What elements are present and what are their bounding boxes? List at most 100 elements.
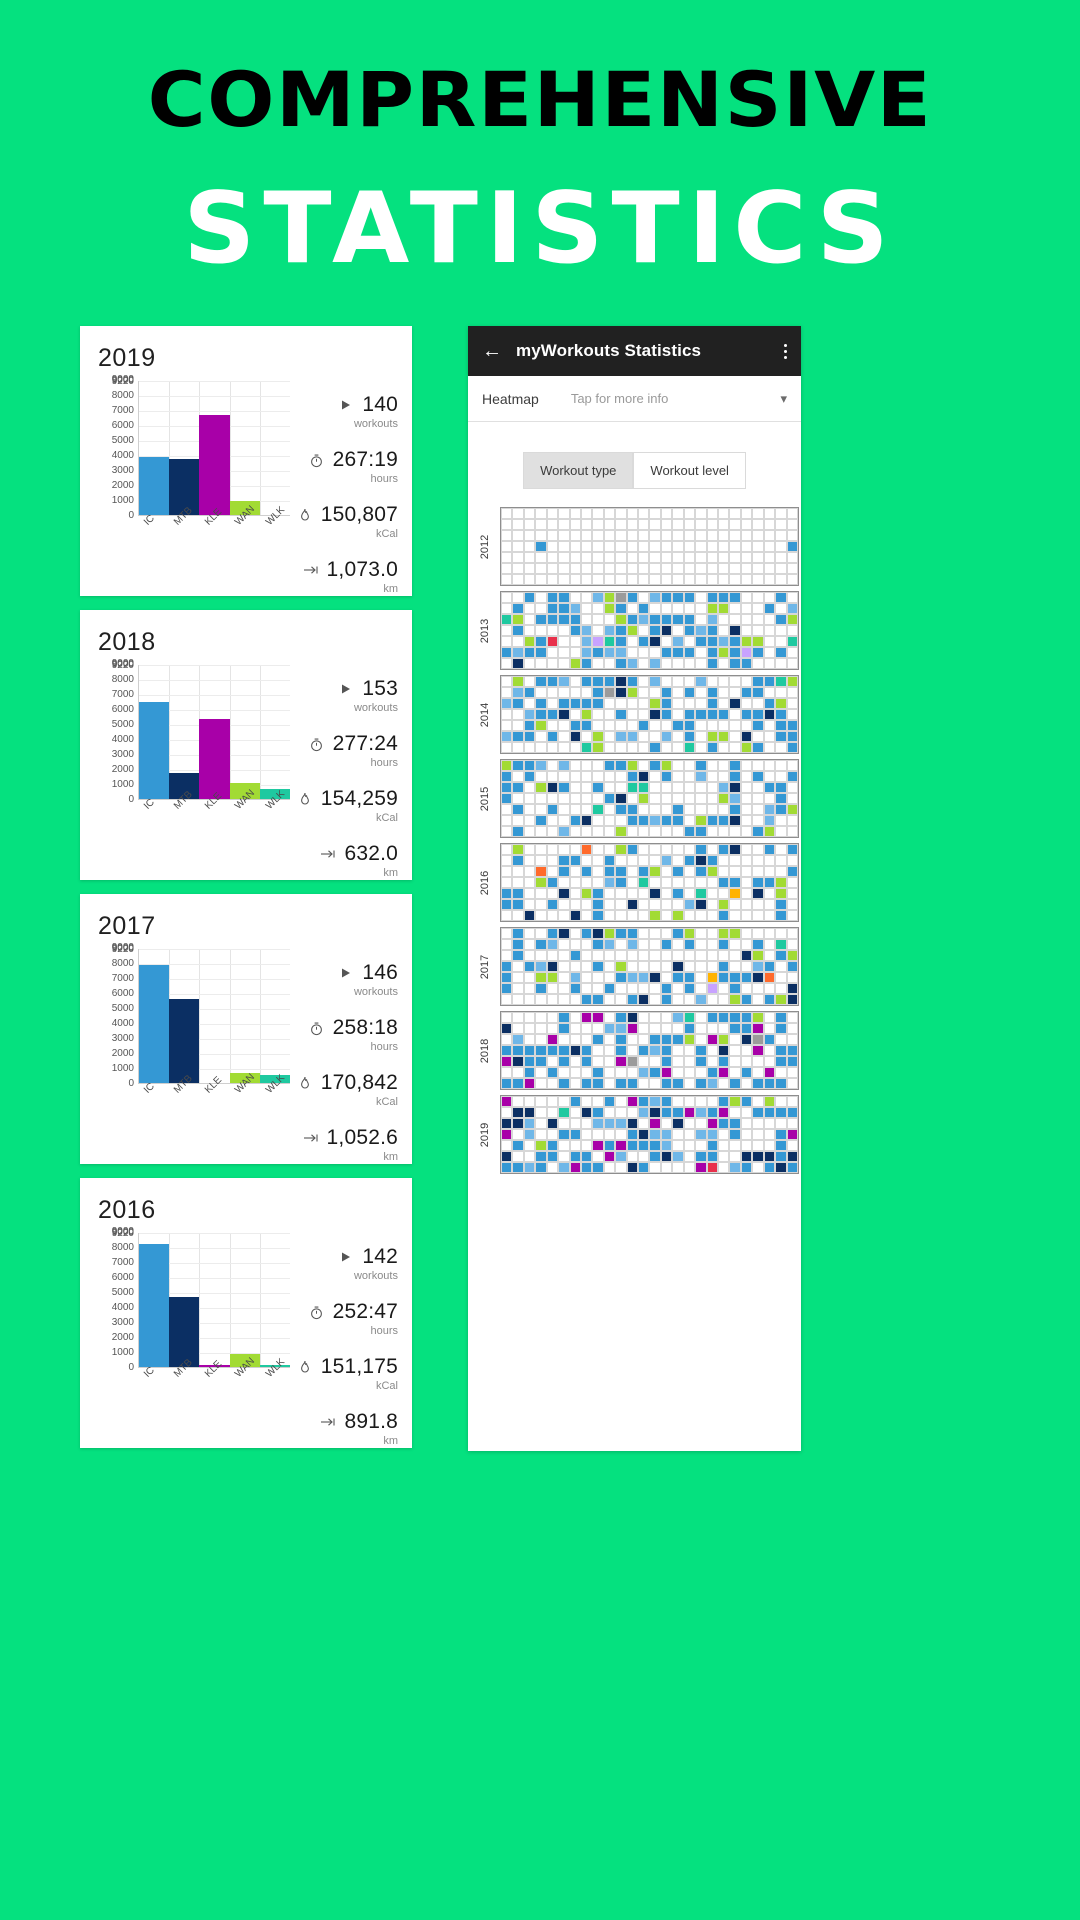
heatmap-cell[interactable] (706, 1162, 719, 1173)
heatmap-cell[interactable] (649, 804, 661, 815)
heatmap-cell[interactable] (649, 720, 661, 731)
heatmap-cell[interactable] (683, 541, 696, 552)
heatmap-cell[interactable] (683, 1056, 696, 1067)
heatmap-cell[interactable] (592, 950, 604, 961)
heatmap-cell[interactable] (638, 1096, 650, 1107)
heatmap-cell[interactable] (580, 855, 593, 866)
heatmap-cell[interactable] (592, 815, 604, 826)
heatmap-cell[interactable] (706, 574, 719, 585)
heatmap-cell[interactable] (580, 530, 593, 541)
heatmap-cell[interactable] (546, 1067, 559, 1078)
heatmap-cell[interactable] (786, 574, 798, 585)
heatmap-cell[interactable] (672, 698, 684, 709)
heatmap-cell[interactable] (626, 760, 639, 771)
heatmap-cell[interactable] (718, 1151, 730, 1162)
heatmap-cell[interactable] (649, 508, 661, 519)
heatmap-cell[interactable] (580, 658, 593, 669)
heatmap-cell[interactable] (603, 939, 616, 950)
heatmap-cell[interactable] (729, 1096, 741, 1107)
heatmap-cell[interactable] (558, 815, 570, 826)
heatmap-cell[interactable] (638, 771, 650, 782)
heatmap-cell[interactable] (786, 1034, 798, 1045)
heatmap-cell[interactable] (592, 574, 604, 585)
heatmap-cell[interactable] (512, 928, 524, 939)
heatmap-cell[interactable] (695, 855, 707, 866)
heatmap-cell[interactable] (752, 1140, 764, 1151)
heatmap-cell[interactable] (729, 994, 741, 1005)
heatmap-cell[interactable] (580, 899, 593, 910)
heatmap-cell[interactable] (718, 614, 730, 625)
heatmap-cell[interactable] (786, 899, 798, 910)
heatmap-cell[interactable] (672, 1056, 684, 1067)
heatmap-cell[interactable] (569, 928, 581, 939)
heatmap-cell[interactable] (775, 614, 787, 625)
heatmap-cell[interactable] (683, 961, 696, 972)
heatmap-cell[interactable] (615, 742, 627, 753)
heatmap-cell[interactable] (603, 1078, 616, 1089)
heatmap-cell[interactable] (729, 950, 741, 961)
heatmap-cell[interactable] (649, 519, 661, 530)
heatmap-cell[interactable] (740, 1140, 753, 1151)
heatmap-cell[interactable] (603, 1140, 616, 1151)
heatmap-cell[interactable] (603, 541, 616, 552)
heatmap-cell[interactable] (683, 530, 696, 541)
heatmap-cell[interactable] (501, 603, 513, 614)
heatmap-cell[interactable] (603, 731, 616, 742)
heatmap-cell[interactable] (546, 961, 559, 972)
heatmap-cell[interactable] (672, 760, 684, 771)
heatmap-cell[interactable] (649, 1045, 661, 1056)
heatmap-cell[interactable] (740, 950, 753, 961)
heatmap-cell[interactable] (512, 939, 524, 950)
heatmap-cell[interactable] (695, 877, 707, 888)
heatmap-cell[interactable] (683, 1023, 696, 1034)
heatmap-cell[interactable] (523, 563, 536, 574)
heatmap-cell[interactable] (763, 888, 776, 899)
heatmap-cell[interactable] (523, 1096, 536, 1107)
heatmap-cell[interactable] (729, 1118, 741, 1129)
heatmap-cell[interactable] (660, 771, 673, 782)
heatmap-cell[interactable] (546, 844, 559, 855)
heatmap-cell[interactable] (786, 709, 798, 720)
heatmap-cell[interactable] (546, 563, 559, 574)
heatmap-cell[interactable] (718, 530, 730, 541)
heatmap-cell[interactable] (706, 1140, 719, 1151)
heatmap-cell[interactable] (603, 1056, 616, 1067)
heatmap-cell[interactable] (649, 793, 661, 804)
heatmap-cell[interactable] (729, 844, 741, 855)
heatmap-cell[interactable] (660, 899, 673, 910)
heatmap-cell[interactable] (501, 698, 513, 709)
heatmap-cell[interactable] (535, 994, 547, 1005)
heatmap-cell[interactable] (752, 983, 764, 994)
heatmap-cell[interactable] (660, 1056, 673, 1067)
heatmap-cell[interactable] (786, 826, 798, 837)
heatmap-cell[interactable] (695, 742, 707, 753)
heatmap-cell[interactable] (580, 972, 593, 983)
heatmap-cell[interactable] (626, 1078, 639, 1089)
heatmap-cell[interactable] (512, 877, 524, 888)
heatmap-cell[interactable] (638, 592, 650, 603)
heatmap-cell[interactable] (775, 720, 787, 731)
heatmap-cell[interactable] (786, 676, 798, 687)
heatmap-cell[interactable] (672, 519, 684, 530)
heatmap-cell[interactable] (683, 603, 696, 614)
heatmap-cell[interactable] (501, 592, 513, 603)
heatmap-cell[interactable] (523, 1140, 536, 1151)
heatmap-cell[interactable] (626, 676, 639, 687)
heatmap-cell[interactable] (786, 603, 798, 614)
heatmap-cell[interactable] (649, 1023, 661, 1034)
heatmap-cell[interactable] (775, 983, 787, 994)
heatmap-cell[interactable] (592, 793, 604, 804)
heatmap-cell[interactable] (683, 592, 696, 603)
heatmap-cell[interactable] (626, 928, 639, 939)
heatmap-cell[interactable] (695, 1151, 707, 1162)
heatmap-cell[interactable] (683, 563, 696, 574)
heatmap-cell[interactable] (740, 636, 753, 647)
heatmap-cell[interactable] (558, 877, 570, 888)
heatmap-cell[interactable] (752, 742, 764, 753)
heatmap-cell[interactable] (752, 720, 764, 731)
heatmap-cell[interactable] (683, 1129, 696, 1140)
heatmap-cell[interactable] (695, 994, 707, 1005)
heatmap-cell[interactable] (763, 592, 776, 603)
heatmap-cell[interactable] (580, 687, 593, 698)
heatmap-cell[interactable] (695, 1107, 707, 1118)
